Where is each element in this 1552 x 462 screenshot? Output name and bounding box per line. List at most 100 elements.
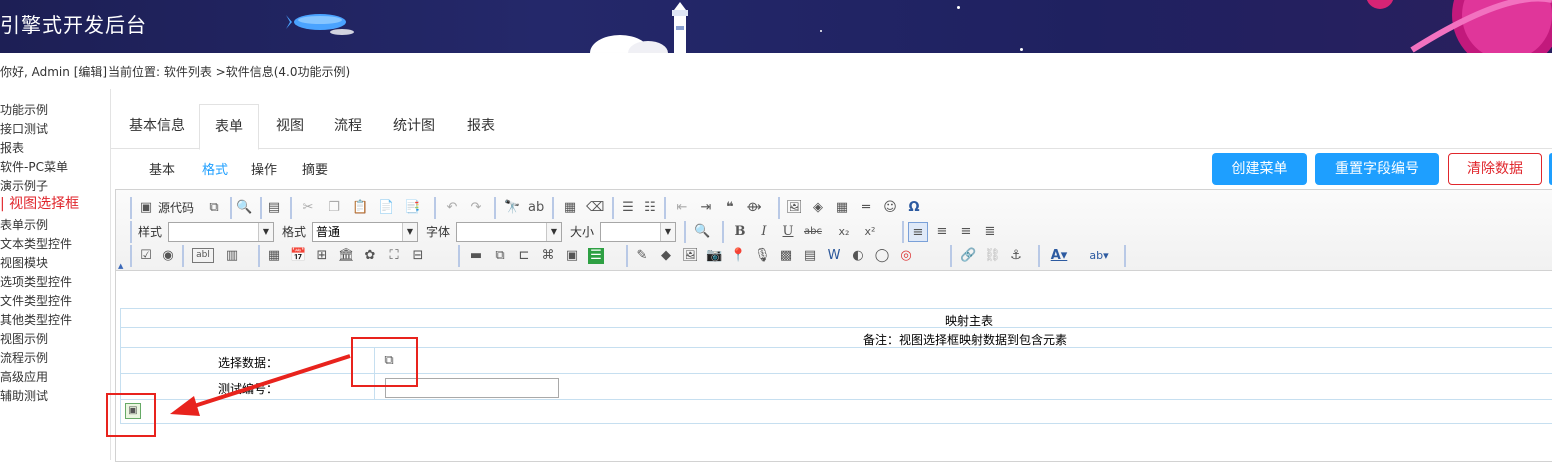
- layers-icon[interactable]: ◆: [658, 248, 674, 264]
- image-control-icon[interactable]: 🖼: [682, 248, 699, 264]
- sidebar-item[interactable]: 视图示例: [0, 330, 48, 349]
- code-control-icon[interactable]: ⌘: [540, 248, 556, 264]
- image-icon[interactable]: 🖼: [786, 200, 803, 216]
- sidebar-item[interactable]: 文本类型控件: [0, 235, 72, 254]
- align-left-icon[interactable]: ≡: [908, 222, 928, 242]
- bank-icon[interactable]: 🏛: [338, 248, 355, 264]
- sidebar-item[interactable]: 报表: [0, 139, 24, 158]
- anchor-icon[interactable]: ⚓: [1008, 248, 1024, 264]
- paste-word-icon[interactable]: 📑: [404, 200, 420, 216]
- target-icon[interactable]: ◎: [898, 248, 914, 264]
- templates-icon[interactable]: ▤: [266, 200, 282, 216]
- color-wheel-icon[interactable]: ◯: [874, 248, 890, 264]
- sidebar-item[interactable]: 功能示例: [0, 101, 48, 120]
- select-control-icon[interactable]: ⊞: [314, 248, 330, 264]
- subtab-summary[interactable]: 摘要: [295, 161, 335, 191]
- numbered-list-icon[interactable]: ☰: [620, 200, 636, 216]
- font-select[interactable]: ▼: [456, 222, 562, 242]
- div-container-icon[interactable]: ⟴: [746, 200, 762, 216]
- reset-field-numbers-button[interactable]: 重置字段编号: [1315, 153, 1439, 185]
- format-select[interactable]: 普通 ▼: [312, 222, 418, 242]
- bulleted-list-icon[interactable]: ☷: [642, 200, 658, 216]
- view-selector-icon[interactable]: ▣: [564, 248, 580, 264]
- justify-icon[interactable]: ≣: [982, 224, 998, 240]
- list-control-icon[interactable]: ⊟: [410, 248, 426, 264]
- tab-view[interactable]: 视图: [263, 104, 317, 148]
- qrcode-icon[interactable]: ▩: [778, 248, 794, 264]
- view-control-icon[interactable]: ⧉: [492, 248, 508, 264]
- redo-icon[interactable]: ↷: [468, 200, 484, 216]
- sidebar-item[interactable]: 接口测试: [0, 120, 48, 139]
- fullscreen-control-icon[interactable]: ⛶: [386, 248, 402, 264]
- checkbox-control-icon[interactable]: ☑: [138, 248, 154, 264]
- tab-form[interactable]: 表单: [199, 104, 259, 150]
- tab-report[interactable]: 报表: [455, 104, 507, 148]
- size-select[interactable]: ▼: [600, 222, 676, 242]
- tab-basic-info[interactable]: 基本信息: [115, 104, 199, 148]
- find-icon[interactable]: 🔭: [504, 200, 520, 216]
- sidebar-item[interactable]: 高级应用: [0, 368, 48, 387]
- maximize-icon[interactable]: 🔍: [694, 224, 710, 240]
- remove-format-icon[interactable]: ⌫: [586, 200, 604, 216]
- sidebar-item[interactable]: 表单示例: [0, 216, 48, 235]
- sidebar-item[interactable]: 文件类型控件: [0, 292, 72, 311]
- italic-icon[interactable]: I: [756, 224, 772, 240]
- sidebar-item[interactable]: 软件-PC菜单: [0, 158, 68, 177]
- select-all-icon[interactable]: ▦: [562, 200, 578, 216]
- macro-control-icon[interactable]: ✿: [362, 248, 378, 264]
- sidebar-item[interactable]: 辅助测试: [0, 387, 48, 406]
- collapse-toolbar-icon[interactable]: ▲: [118, 262, 123, 270]
- blockquote-icon[interactable]: ❝: [722, 200, 738, 216]
- textfield-control-icon[interactable]: abl: [192, 248, 214, 263]
- tab-chart[interactable]: 统计图: [383, 104, 445, 148]
- copy-icon[interactable]: ❐: [326, 200, 342, 216]
- bold-icon[interactable]: B: [732, 224, 748, 240]
- edit-icon[interactable]: ✎: [634, 248, 650, 264]
- sidebar-item[interactable]: 视图模块: [0, 254, 48, 273]
- sidebar-item[interactable]: 其他类型控件: [0, 311, 72, 330]
- style-select[interactable]: ▼: [168, 222, 274, 242]
- sidebar-item-active[interactable]: | 视图选择框: [0, 195, 79, 214]
- paste-text-icon[interactable]: 📄: [378, 200, 394, 216]
- user-greeting[interactable]: 你好, Admin [编辑]: [0, 63, 107, 80]
- map-marker-icon[interactable]: 📍: [730, 248, 746, 264]
- iframe-control-icon[interactable]: ⊏: [516, 248, 532, 264]
- subtab-basic[interactable]: 基本: [141, 161, 183, 191]
- smiley-icon[interactable]: ☺: [882, 200, 898, 216]
- word-icon[interactable]: W: [826, 248, 842, 264]
- tab-flow[interactable]: 流程: [321, 104, 375, 148]
- bg-color-icon[interactable]: ab▾: [1084, 248, 1114, 264]
- underline-icon[interactable]: U: [780, 224, 796, 240]
- sidebar-item[interactable]: 流程示例: [0, 349, 48, 368]
- unlink-icon[interactable]: ⛓: [984, 248, 1001, 264]
- subtab-operation[interactable]: 操作: [243, 161, 285, 191]
- hidden-field-icon[interactable]: ▬: [468, 248, 484, 264]
- align-center-icon[interactable]: ≡: [934, 224, 950, 240]
- date-control-icon[interactable]: 📅: [290, 248, 306, 264]
- superscript-icon[interactable]: x²: [862, 224, 878, 240]
- preview-icon[interactable]: 🔍: [236, 200, 252, 216]
- flash-icon[interactable]: ◈: [810, 200, 826, 216]
- strikethrough-icon[interactable]: abc: [804, 224, 822, 240]
- link-icon[interactable]: 🔗: [960, 248, 976, 264]
- camera-icon[interactable]: 📷: [706, 248, 722, 264]
- cut-icon[interactable]: ✂: [300, 200, 316, 216]
- indent-icon[interactable]: ⇥: [698, 200, 714, 216]
- browser-icon[interactable]: ◐: [850, 248, 866, 264]
- outdent-icon[interactable]: ⇤: [674, 200, 690, 216]
- source-code-icon[interactable]: ▣: [138, 200, 154, 216]
- special-char-icon[interactable]: Ω: [906, 200, 922, 216]
- radio-control-icon[interactable]: ◉: [160, 248, 176, 264]
- undo-icon[interactable]: ↶: [444, 200, 460, 216]
- create-menu-button[interactable]: 创建菜单: [1212, 153, 1307, 185]
- microphone-icon[interactable]: 🎙: [754, 248, 771, 264]
- subscript-icon[interactable]: x₂: [836, 224, 852, 240]
- source-code-button[interactable]: 源代码: [158, 200, 194, 216]
- replace-icon[interactable]: ab: [528, 200, 544, 216]
- sidebar-item[interactable]: 选项类型控件: [0, 273, 72, 292]
- save-template-icon[interactable]: ⧉: [206, 200, 222, 216]
- textarea-control-icon[interactable]: ▥: [224, 248, 240, 264]
- table-icon[interactable]: ▦: [834, 200, 850, 216]
- excel-icon[interactable]: ▤: [802, 248, 818, 264]
- form-grid-icon[interactable]: ▦: [266, 248, 282, 264]
